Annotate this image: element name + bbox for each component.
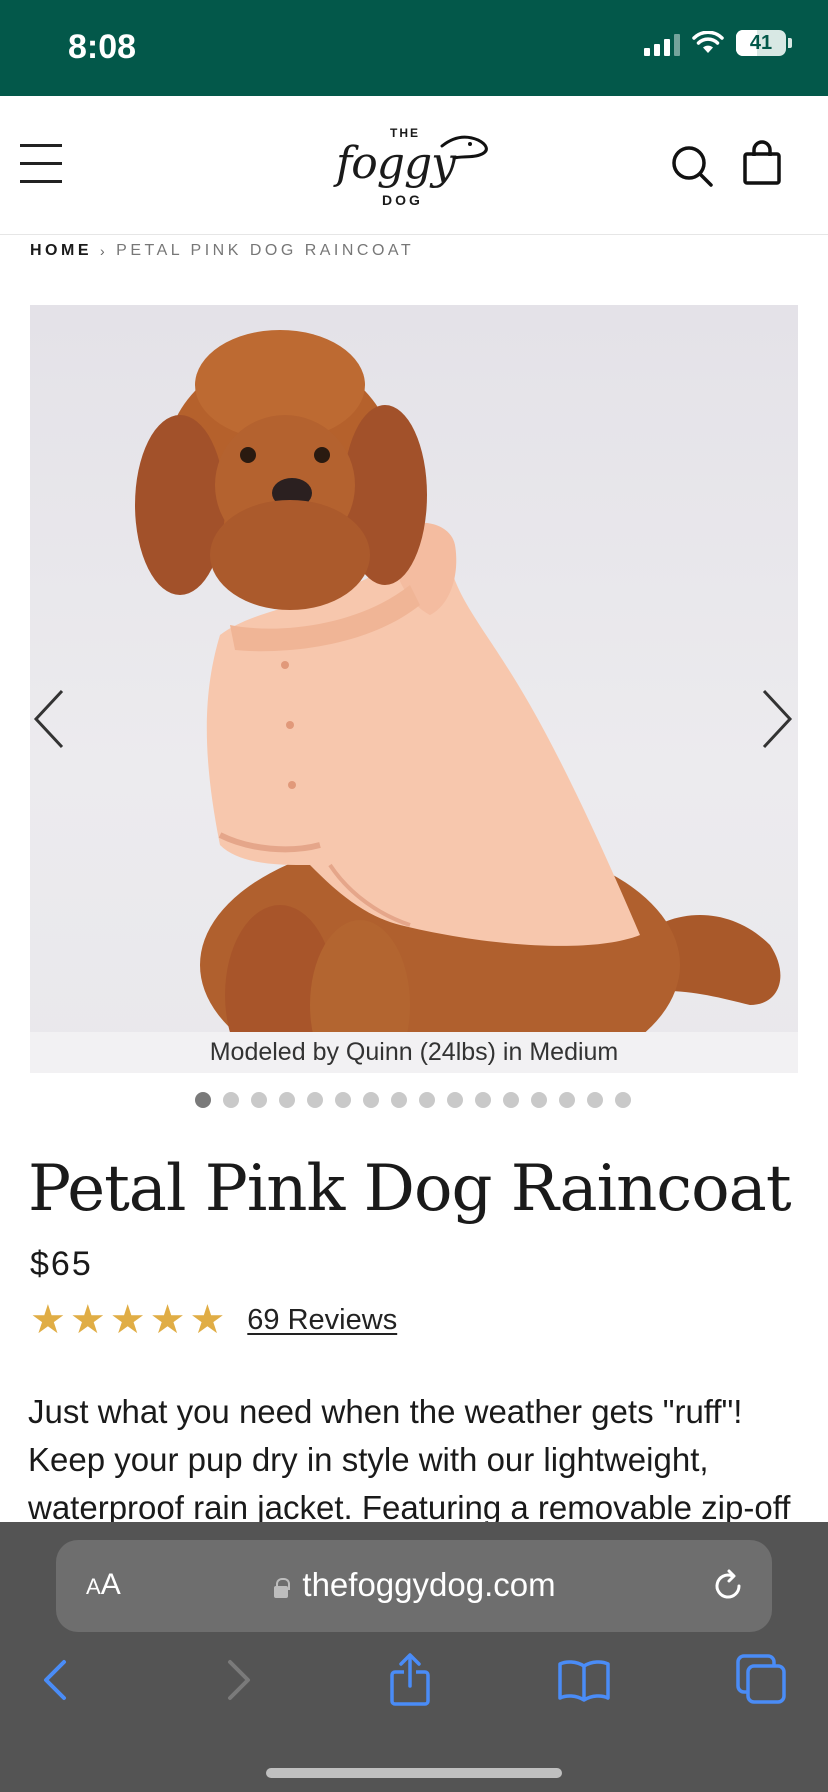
product-rating: ★ ★ ★ ★ ★ 69 Reviews [30, 1300, 397, 1340]
reviews-link[interactable]: 69 Reviews [247, 1304, 397, 1337]
carousel-dots [0, 1092, 827, 1108]
address-bar[interactable]: AA thefoggydog.com [56, 1540, 772, 1632]
carousel-dot[interactable] [391, 1092, 407, 1108]
carousel-next-arrow-icon[interactable] [756, 687, 796, 751]
carousel-dot[interactable] [615, 1092, 631, 1108]
back-icon[interactable] [30, 1652, 86, 1708]
product-description: Just what you need when the weather gets… [28, 1393, 791, 1522]
product-price: $65 [30, 1245, 93, 1283]
url-text: thefoggydog.com [302, 1566, 556, 1603]
breadcrumb: HOME › PETAL PINK DOG RAINCOAT [30, 242, 414, 260]
breadcrumb-current: PETAL PINK DOG RAINCOAT [116, 242, 415, 259]
browser-toolbar: AA thefoggydog.com [0, 1522, 828, 1792]
site-header: THE foggy DOG [0, 96, 828, 235]
star-icon: ★ [30, 1298, 66, 1342]
carousel-dot[interactable] [195, 1092, 211, 1108]
breadcrumb-home-link[interactable]: HOME [30, 242, 92, 260]
star-icon: ★ [189, 1298, 226, 1342]
product-image-dog-raincoat [135, 330, 781, 1073]
cellular-signal-icon [644, 30, 680, 56]
carousel-dot[interactable] [335, 1092, 351, 1108]
carousel-dot[interactable] [279, 1092, 295, 1108]
tabs-icon[interactable] [734, 1652, 790, 1708]
product-image-carousel[interactable] [30, 305, 798, 1073]
carousel-dot[interactable] [531, 1092, 547, 1108]
search-icon[interactable] [670, 144, 714, 188]
reload-icon[interactable] [710, 1568, 746, 1604]
forward-icon[interactable] [208, 1652, 264, 1708]
lock-icon [272, 1576, 291, 1598]
battery-cap [788, 38, 792, 48]
star-rating: ★ ★ ★ ★ ★ [30, 1300, 225, 1340]
carousel-dot[interactable] [503, 1092, 519, 1108]
carousel-dot[interactable] [447, 1092, 463, 1108]
battery-level: 41 [749, 31, 773, 54]
carousel-dot[interactable] [307, 1092, 323, 1108]
home-indicator [266, 1768, 562, 1778]
carousel-dot[interactable] [251, 1092, 267, 1108]
wifi-icon [692, 31, 724, 53]
battery-icon: 41 [736, 30, 786, 56]
status-icons: 41 [644, 30, 792, 56]
carousel-dot[interactable] [559, 1092, 575, 1108]
url-display: thefoggydog.com [56, 1566, 772, 1604]
image-caption: Modeled by Quinn (24lbs) in Medium [30, 1032, 798, 1073]
logo-dog-ear-icon [440, 135, 488, 160]
bookmarks-icon[interactable] [556, 1652, 612, 1708]
status-time: 8:08 [68, 28, 137, 66]
breadcrumb-separator: › [100, 243, 109, 259]
shopping-bag-icon[interactable] [742, 140, 782, 186]
carousel-dot[interactable] [419, 1092, 435, 1108]
carousel-prev-arrow-icon[interactable] [30, 687, 70, 751]
menu-button[interactable] [20, 144, 62, 184]
star-icon: ★ [109, 1298, 146, 1342]
carousel-dot[interactable] [223, 1092, 239, 1108]
carousel-dot[interactable] [363, 1092, 379, 1108]
share-icon[interactable] [382, 1652, 438, 1708]
star-icon: ★ [69, 1298, 106, 1342]
product-title: Petal Pink Dog Raincoat [28, 1152, 792, 1226]
site-logo[interactable]: THE foggy DOG [330, 116, 500, 216]
star-icon: ★ [149, 1298, 186, 1342]
status-bar: 8:08 41 [0, 0, 828, 96]
carousel-dot[interactable] [475, 1092, 491, 1108]
carousel-dot[interactable] [587, 1092, 603, 1108]
